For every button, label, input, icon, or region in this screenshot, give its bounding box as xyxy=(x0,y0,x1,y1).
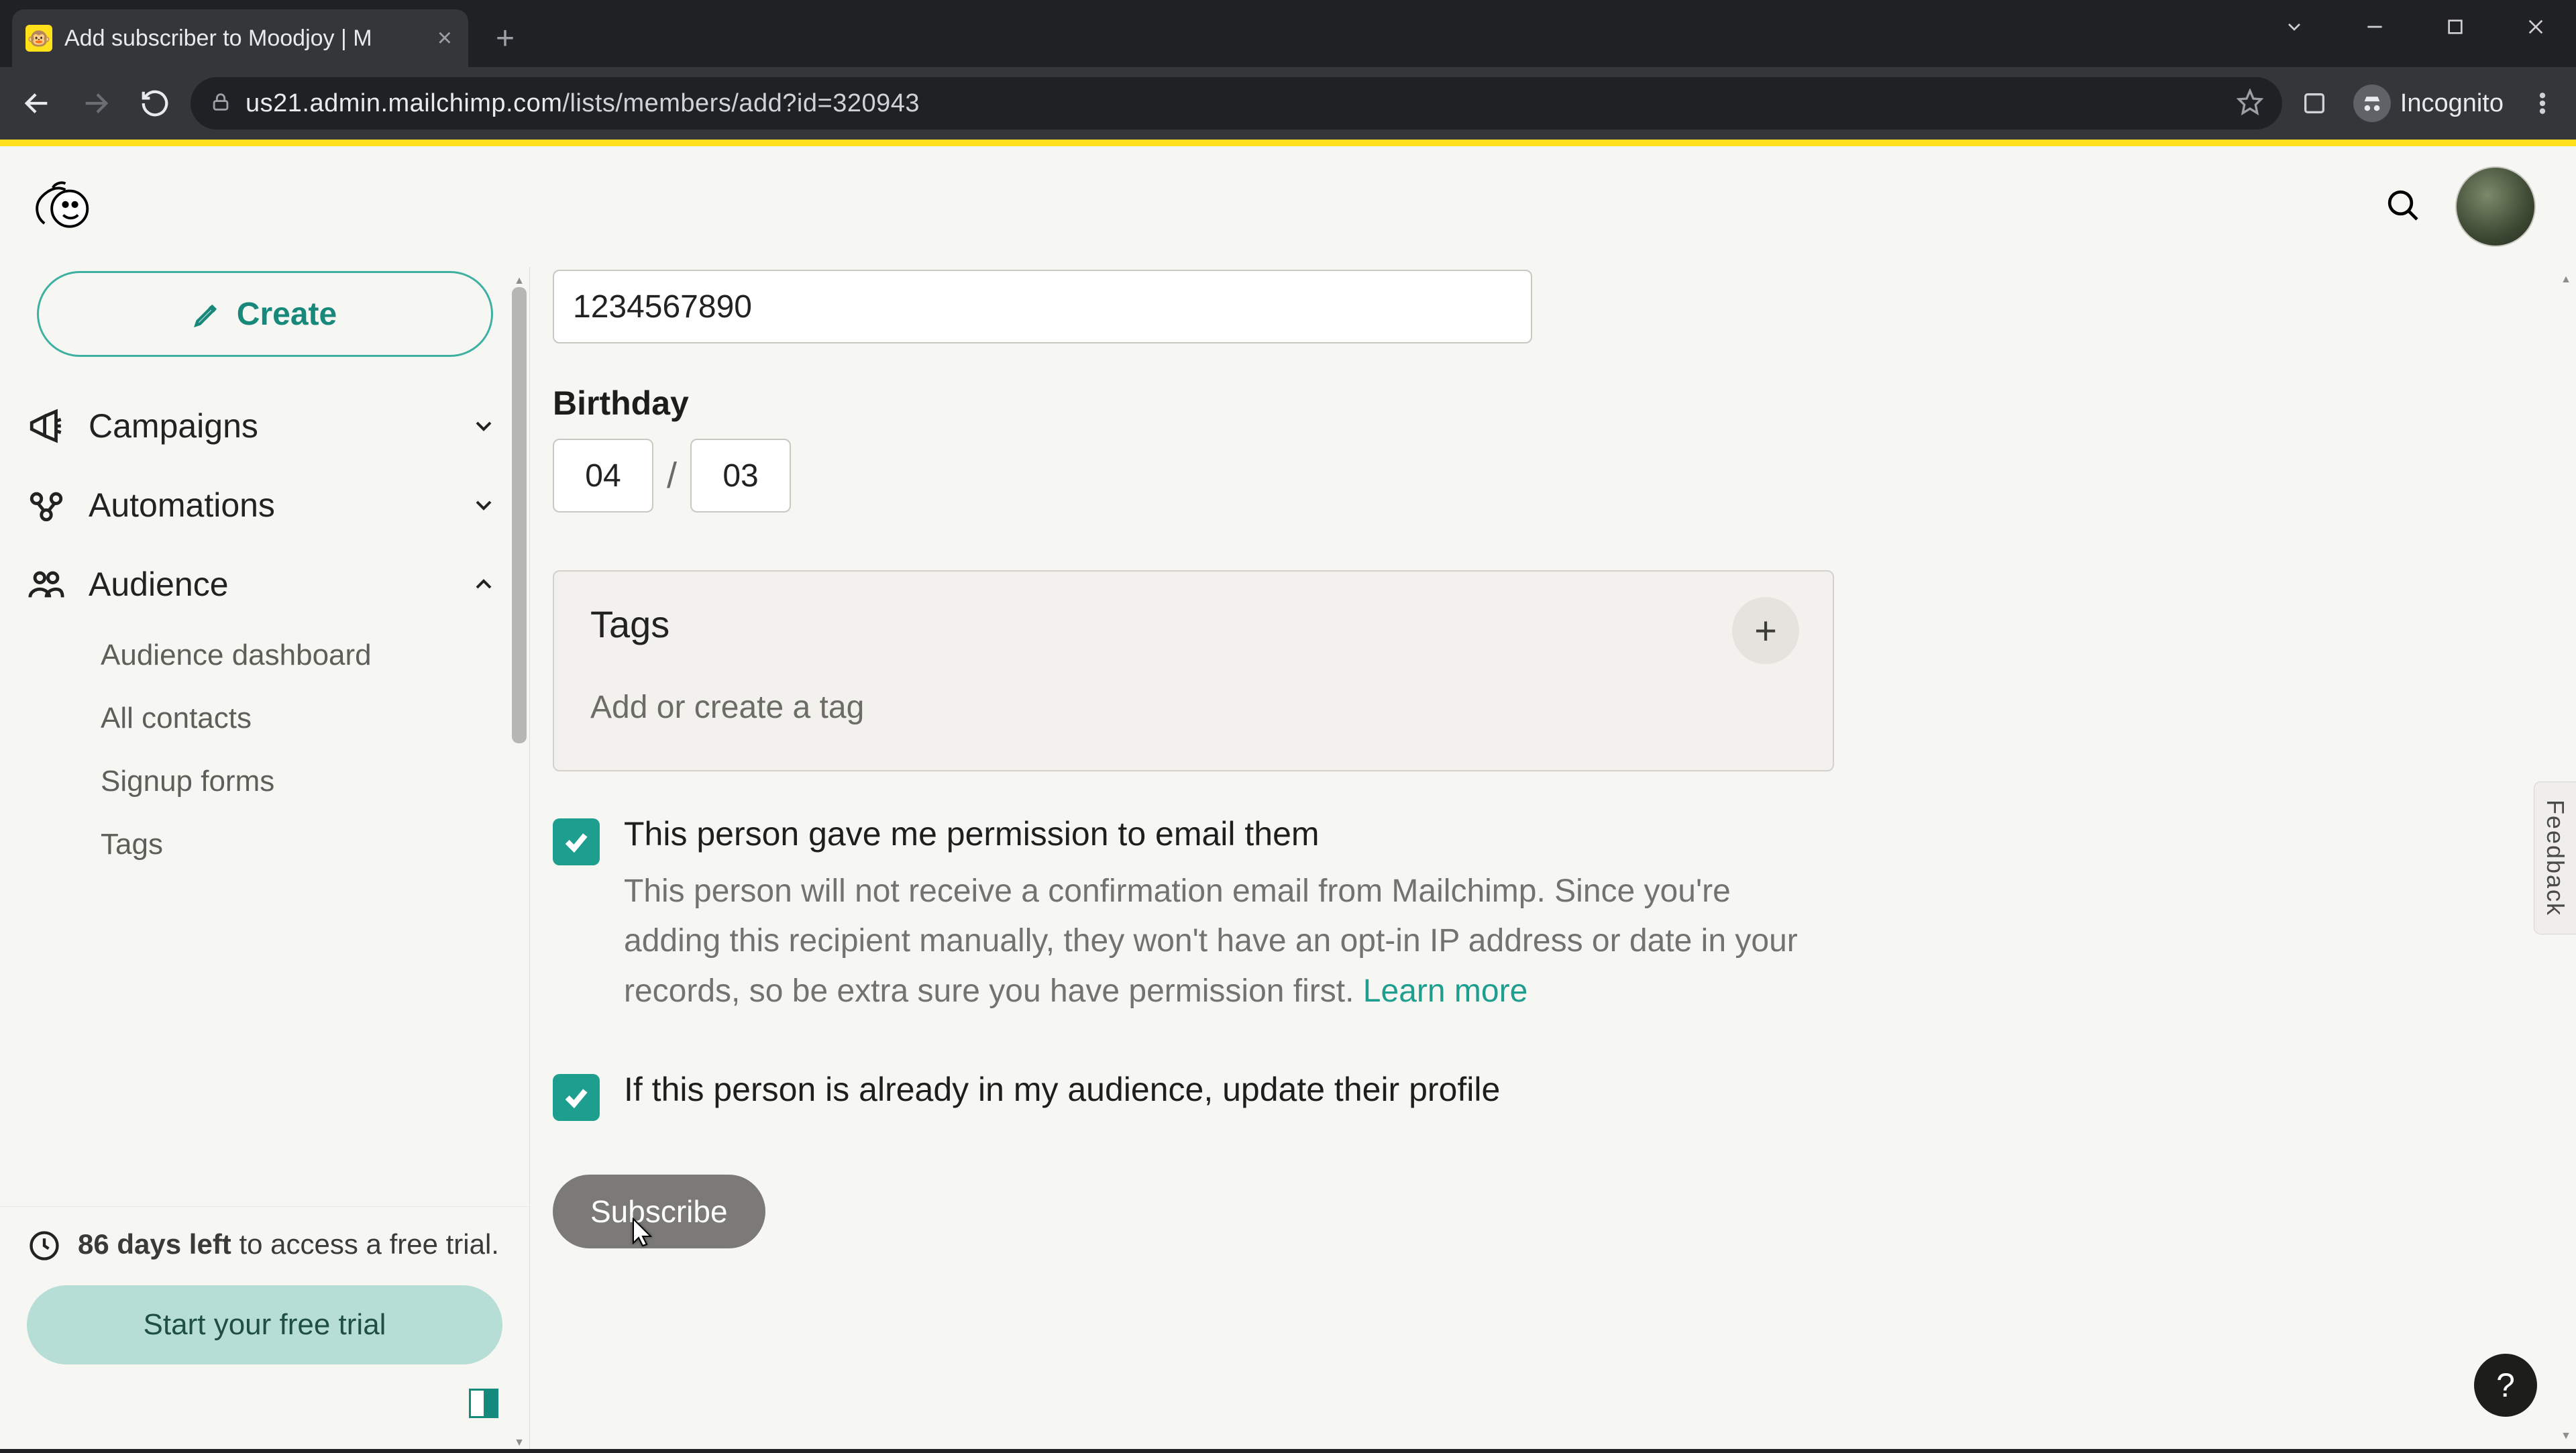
check-icon xyxy=(563,828,590,855)
close-tab-icon[interactable]: × xyxy=(437,24,452,53)
browser-menu-icon[interactable] xyxy=(2522,83,2563,123)
search-icon[interactable] xyxy=(2384,186,2422,227)
sidebar-scrollbar[interactable]: ▲ ▼ xyxy=(509,275,529,1449)
tags-title: Tags xyxy=(590,602,1796,646)
browser-tab[interactable]: 🐵 Add subscriber to Moodjoy | M × xyxy=(12,9,468,67)
mailchimp-favicon: 🐵 xyxy=(25,25,52,52)
window-close-icon[interactable] xyxy=(2496,0,2576,54)
back-button[interactable] xyxy=(13,80,60,127)
tab-title: Add subscriber to Moodjoy | M xyxy=(64,25,425,52)
audience-icon xyxy=(27,565,66,604)
trial-text: 86 days left to access a free trial. xyxy=(78,1224,499,1265)
avatar[interactable] xyxy=(2455,166,2536,247)
reload-button[interactable] xyxy=(131,80,178,127)
learn-more-link[interactable]: Learn more xyxy=(1363,973,1527,1009)
automation-icon xyxy=(27,486,66,525)
scroll-down-icon[interactable]: ▼ xyxy=(509,1433,529,1453)
chevron-up-icon xyxy=(470,571,497,598)
create-button[interactable]: Create xyxy=(37,271,493,357)
create-label: Create xyxy=(237,296,337,333)
bookmark-star-icon[interactable] xyxy=(2237,89,2263,119)
main-content: ▲ ▼ 1234567890 Birthday 04 / 03 Tags + A… xyxy=(530,267,2576,1449)
window-controls xyxy=(2254,0,2576,54)
incognito-icon xyxy=(2353,85,2391,122)
sidebar-item-campaigns[interactable]: Campaigns xyxy=(20,386,509,466)
url-text: us21.admin.mailchimp.com/lists/members/a… xyxy=(246,89,2223,118)
check-icon xyxy=(563,1084,590,1111)
app-header xyxy=(0,146,2576,267)
incognito-indicator[interactable]: Incognito xyxy=(2353,85,2504,122)
lock-icon[interactable] xyxy=(209,91,232,117)
browser-titlebar: 🐵 Add subscriber to Moodjoy | M × + xyxy=(0,0,2576,67)
sidebar: Create Campaigns Automations xyxy=(0,267,530,1449)
tags-hint[interactable]: Add or create a tag xyxy=(590,689,1796,726)
sidebar-sub-signup-forms[interactable]: Signup forms xyxy=(101,750,509,813)
tabs-dropdown-icon[interactable] xyxy=(2254,0,2334,54)
megaphone-icon xyxy=(27,407,66,445)
mailchimp-logo[interactable] xyxy=(20,170,94,244)
scroll-down-icon[interactable]: ▼ xyxy=(2556,1426,2576,1446)
permission-checkbox[interactable] xyxy=(553,818,600,865)
help-button[interactable]: ? xyxy=(2474,1354,2537,1417)
phone-value: 1234567890 xyxy=(573,288,752,325)
forward-button xyxy=(72,80,119,127)
sidebar-sub-all-contacts[interactable]: All contacts xyxy=(101,687,509,750)
permission-title: This person gave me permission to email … xyxy=(624,814,1818,853)
sidebar-sub-tags[interactable]: Tags xyxy=(101,813,509,876)
new-tab-button[interactable]: + xyxy=(488,20,522,57)
pencil-icon xyxy=(193,299,222,329)
trial-panel: 86 days left to access a free trial. Sta… xyxy=(0,1206,529,1449)
chevron-down-icon xyxy=(470,492,497,519)
audience-subnav: Audience dashboard All contacts Signup f… xyxy=(20,624,509,876)
tags-panel: Tags + Add or create a tag xyxy=(553,570,1834,771)
birthday-label: Birthday xyxy=(553,384,2576,423)
add-tag-button[interactable]: + xyxy=(1732,597,1799,664)
update-profile-title: If this person is already in my audience… xyxy=(624,1070,1500,1109)
chevron-down-icon xyxy=(470,413,497,439)
subscribe-button[interactable]: Subscribe xyxy=(553,1175,765,1248)
birthday-month-input[interactable]: 04 xyxy=(553,439,653,513)
subscribe-label: Subscribe xyxy=(590,1193,728,1230)
sidebar-item-audience[interactable]: Audience xyxy=(20,545,509,624)
address-bar[interactable]: us21.admin.mailchimp.com/lists/members/a… xyxy=(191,77,2282,129)
incognito-label: Incognito xyxy=(2400,89,2504,118)
browser-toolbar: us21.admin.mailchimp.com/lists/members/a… xyxy=(0,67,2576,140)
sidebar-item-automations[interactable]: Automations xyxy=(20,466,509,545)
date-separator: / xyxy=(667,455,677,496)
scroll-up-icon[interactable]: ▲ xyxy=(2556,270,2576,290)
cookie-preferences-icon[interactable] xyxy=(465,1385,502,1422)
window-minimize-icon[interactable] xyxy=(2334,0,2415,54)
update-profile-checkbox[interactable] xyxy=(553,1074,600,1121)
phone-input[interactable]: 1234567890 xyxy=(553,270,1532,343)
feedback-tab[interactable]: Feedback xyxy=(2534,782,2576,934)
permission-desc: This person will not receive a confirmat… xyxy=(624,867,1818,1016)
page: Create Campaigns Automations xyxy=(0,140,2576,1449)
sidebar-sub-audience-dashboard[interactable]: Audience dashboard xyxy=(101,624,509,687)
birthday-day-input[interactable]: 03 xyxy=(690,439,791,513)
clock-icon xyxy=(27,1228,62,1263)
scrollbar-thumb[interactable] xyxy=(512,287,527,743)
extensions-icon[interactable] xyxy=(2294,83,2334,123)
window-maximize-icon[interactable] xyxy=(2415,0,2496,54)
start-trial-button[interactable]: Start your free trial xyxy=(27,1285,502,1364)
